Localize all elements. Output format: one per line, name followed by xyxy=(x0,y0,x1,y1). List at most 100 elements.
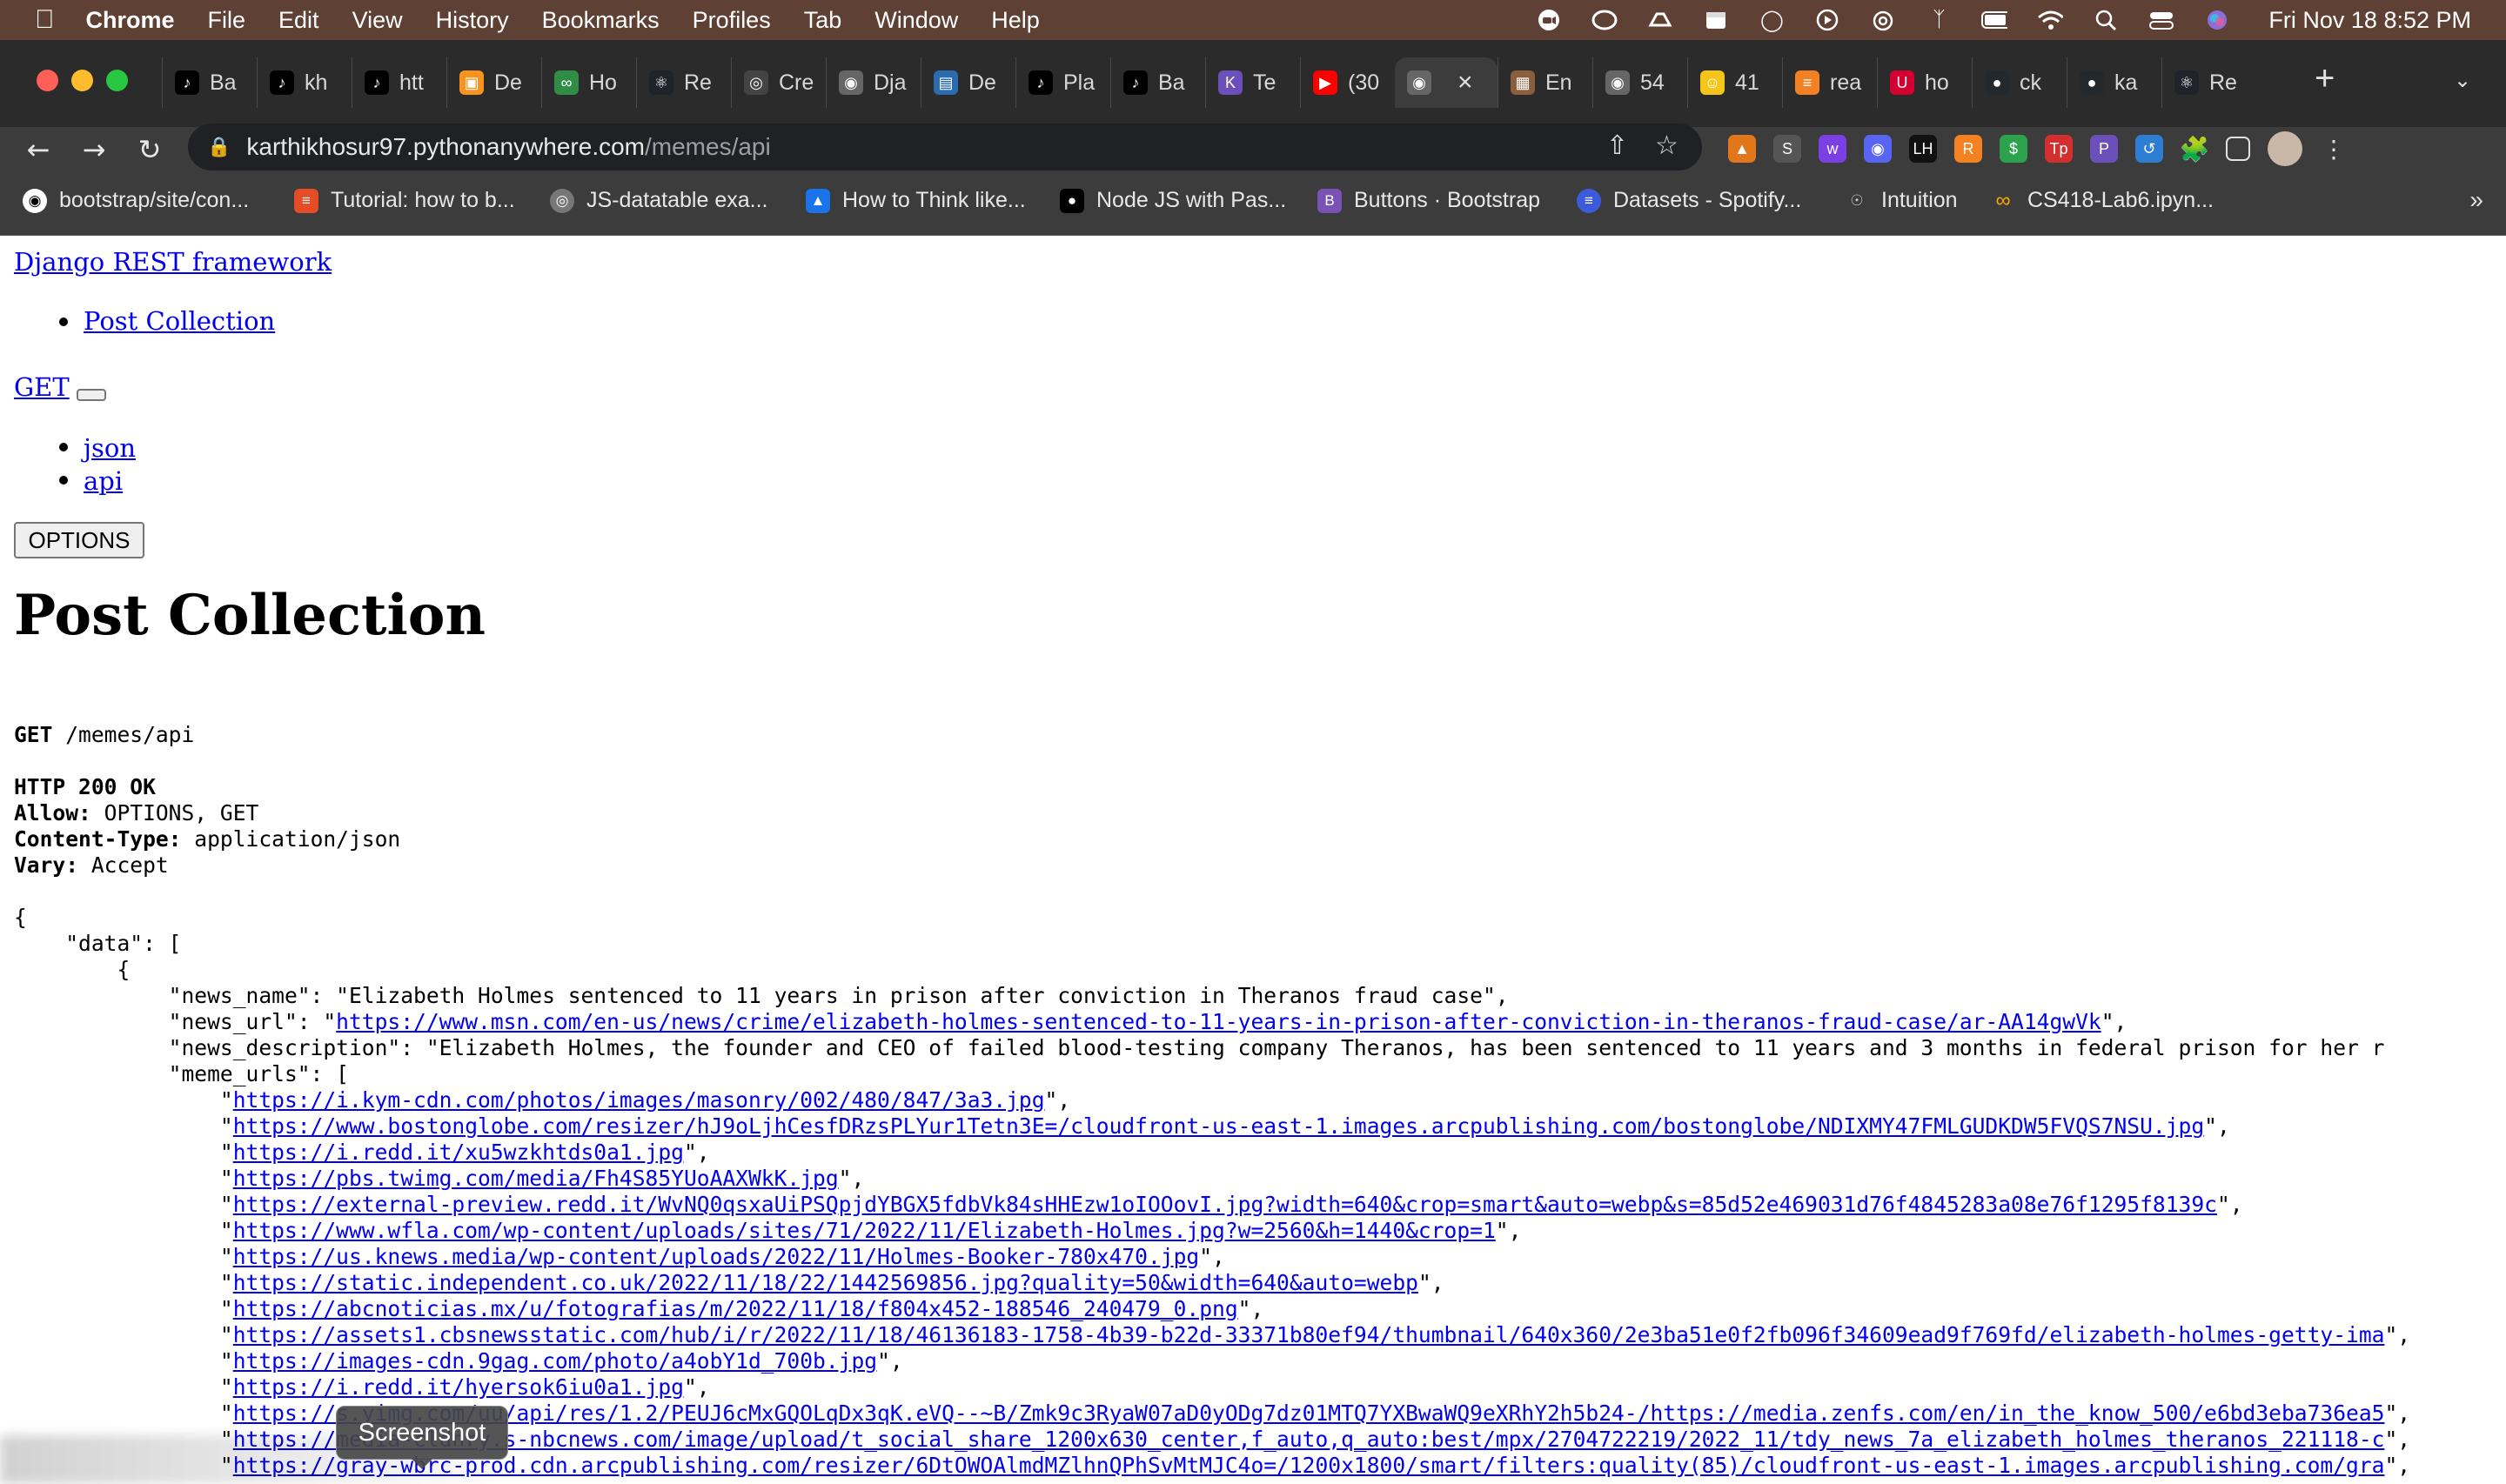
airpods-icon[interactable]: ◯ xyxy=(1759,9,1785,32)
meme-url-link[interactable]: https://us.knews.media/wp-content/upload… xyxy=(233,1244,1200,1269)
tab[interactable]: ♪ Ba xyxy=(162,57,257,108)
back-button[interactable]: ← xyxy=(21,132,56,167)
tab[interactable]: ◉ Dja xyxy=(826,57,921,108)
bookmark-item[interactable]: ☉ Intuition xyxy=(1845,188,1957,213)
bookmark-item[interactable]: ▲ How to Think like... xyxy=(806,188,1026,213)
close-tab-icon[interactable]: × xyxy=(1457,68,1473,97)
menu-help[interactable]: Help xyxy=(991,7,1040,34)
meme-url-link[interactable]: https://www.wfla.com/wp-content/uploads/… xyxy=(233,1218,1496,1243)
news-url-link[interactable]: https://www.msn.com/en-us/news/crime/eli… xyxy=(336,1009,2101,1034)
close-window-button[interactable] xyxy=(37,70,58,91)
meme-url-link[interactable]: https://images-cdn.9gag.com/photo/a4obY1… xyxy=(233,1348,877,1374)
bookmark-item[interactable]: ∞ CS418-Lab6.ipyn... xyxy=(1991,188,2214,213)
menu-edit[interactable]: Edit xyxy=(278,7,319,34)
control-center-icon[interactable] xyxy=(2148,10,2174,30)
drf-brand-link[interactable]: Django REST framework xyxy=(14,247,332,277)
bookmark-star-icon[interactable]: ☆ xyxy=(1655,130,1678,161)
zoom-icon[interactable] xyxy=(1536,10,1562,30)
tab-active[interactable]: ◉ × xyxy=(1395,57,1498,108)
spotlight-search-icon[interactable] xyxy=(2093,10,2119,31)
more-menu-icon[interactable]: ⋮ xyxy=(2320,135,2348,163)
bookmark-item[interactable]: ≡ Datasets - Spotify... xyxy=(1577,188,1801,213)
meme-url-link[interactable]: https://external-preview.redd.it/WvNQ0qs… xyxy=(233,1192,2217,1217)
menu-file[interactable]: File xyxy=(208,7,246,34)
get-format-link[interactable]: GET xyxy=(14,372,70,402)
meme-url-link[interactable]: https://abcnoticias.mx/u/fotografias/m/2… xyxy=(233,1296,1238,1321)
tab[interactable]: ▶ (30 xyxy=(1300,57,1395,108)
meme-url-link[interactable]: https://gray-wbrc-prod.cdn.arcpublishing… xyxy=(233,1453,2385,1478)
p-extension-icon[interactable]: P xyxy=(2090,135,2118,163)
wifi-icon[interactable] xyxy=(2037,10,2064,30)
breadcrumb-post-collection[interactable]: Post Collection xyxy=(84,306,275,336)
script-extension-icon[interactable]: S xyxy=(1773,135,1801,163)
play-icon[interactable] xyxy=(1814,9,1840,31)
meme-url-link[interactable]: https://i.redd.it/xu5wzkhtds0a1.jpg xyxy=(233,1140,684,1165)
share-icon[interactable]: ⇧ xyxy=(1606,130,1628,161)
tab[interactable]: ● ck xyxy=(1972,57,2067,108)
tab[interactable]: K Te xyxy=(1205,57,1300,108)
sync-extension-icon[interactable]: ↺ xyxy=(2135,135,2163,163)
metamask-extension-icon[interactable]: ▲ xyxy=(1728,135,1756,163)
bluetooth-icon[interactable]: ᛉ xyxy=(1926,8,1952,31)
menu-window[interactable]: Window xyxy=(874,7,958,34)
discord-extension-icon[interactable]: ◉ xyxy=(1864,135,1892,163)
apple-menu-icon[interactable]:  xyxy=(35,5,55,35)
zoom-window-button[interactable] xyxy=(106,70,128,91)
airdrop-icon[interactable] xyxy=(1870,10,1896,31)
tab[interactable]: ● ka xyxy=(2067,57,2161,108)
options-button[interactable]: OPTIONS xyxy=(14,522,144,558)
bookmark-item[interactable]: ◎ JS-datatable exa... xyxy=(550,188,767,213)
bookmark-item[interactable]: ● Node JS with Pas... xyxy=(1060,188,1286,213)
meme-url-link[interactable]: https://s.yimg.com/uu/api/res/1.2/PEUJ6c… xyxy=(233,1400,2385,1426)
r-extension-icon[interactable]: R xyxy=(1954,135,1982,163)
extensions-puzzle-icon[interactable]: 🧩 xyxy=(2180,135,2210,163)
bookmark-item[interactable]: B Buttons · Bootstrap xyxy=(1317,188,1540,213)
meme-url-link[interactable]: https://pbs.twimg.com/media/Fh4S85YUoAAX… xyxy=(233,1166,839,1191)
lighthouse-extension-icon[interactable]: LH xyxy=(1909,135,1937,163)
menu-view[interactable]: View xyxy=(352,7,403,34)
tab[interactable]: ▤ De xyxy=(921,57,1015,108)
tab[interactable]: ▦ En xyxy=(1498,57,1592,108)
tab-search-chevron-icon[interactable]: ⌄ xyxy=(2454,68,2471,93)
meme-url-link[interactable]: https://www.bostonglobe.com/resizer/hJ9o… xyxy=(233,1113,2204,1139)
avatar[interactable] xyxy=(2268,131,2302,166)
menu-clock[interactable]: Fri Nov 18 8:52 PM xyxy=(2268,7,2471,34)
tab[interactable]: ⚛ Re xyxy=(636,57,731,108)
format-json-link[interactable]: json xyxy=(84,433,136,463)
tab[interactable]: ♪ Ba xyxy=(1110,57,1205,108)
tab[interactable]: ☺ 41 xyxy=(1687,57,1782,108)
menu-profiles[interactable]: Profiles xyxy=(693,7,771,34)
creative-cloud-icon[interactable] xyxy=(1591,10,1618,30)
menu-history[interactable]: History xyxy=(436,7,509,34)
tab[interactable]: ♪ htt xyxy=(352,57,446,108)
address-bar[interactable]: 🔒 karthikhosur97.pythonanywhere.com/meme… xyxy=(188,124,1702,170)
side-panel-icon[interactable] xyxy=(2226,137,2250,161)
meme-url-link[interactable]: https://static.independent.co.uk/2022/11… xyxy=(233,1270,1418,1295)
tp-extension-icon[interactable]: Tp xyxy=(2045,135,2073,163)
battery-icon[interactable] xyxy=(1981,10,2008,30)
tab[interactable]: ∞ Ho xyxy=(541,57,636,108)
meme-url-link[interactable]: https://i.kym-cdn.com/photos/images/maso… xyxy=(233,1087,1045,1113)
siri-icon[interactable] xyxy=(2204,10,2230,30)
lock-icon[interactable]: 🔒 xyxy=(207,136,231,158)
get-format-dropdown-button[interactable] xyxy=(77,389,106,401)
meme-url-link[interactable]: https://i.redd.it/hyersok6iu0a1.jpg xyxy=(233,1374,684,1400)
w-extension-icon[interactable]: w xyxy=(1819,135,1846,163)
google-drive-icon[interactable] xyxy=(1647,10,1673,30)
calendar-icon[interactable] xyxy=(1703,10,1729,30)
s-extension-icon[interactable]: $ xyxy=(2000,135,2027,163)
new-tab-button[interactable]: + xyxy=(2315,59,2335,98)
tab[interactable]: ▣ De xyxy=(446,57,541,108)
reload-button[interactable]: ↻ xyxy=(132,132,167,167)
tab[interactable]: ⚛ Re xyxy=(2161,57,2256,108)
forward-button[interactable]: → xyxy=(77,132,111,167)
menu-app-name[interactable]: Chrome xyxy=(86,7,175,34)
minimize-window-button[interactable] xyxy=(71,70,93,91)
meme-url-link[interactable]: https://media-cldnry.s-nbcnews.com/image… xyxy=(233,1427,2385,1452)
tab[interactable]: ◎ Cre xyxy=(731,57,826,108)
format-api-link[interactable]: api xyxy=(84,466,123,496)
tab[interactable]: ≡ rea xyxy=(1782,57,1877,108)
bookmark-item[interactable]: ≡ Tutorial: how to b... xyxy=(294,188,515,213)
bookmark-item[interactable]: ◉ bootstrap/site/con... xyxy=(23,188,249,213)
tab[interactable]: ◉ 54 xyxy=(1592,57,1687,108)
